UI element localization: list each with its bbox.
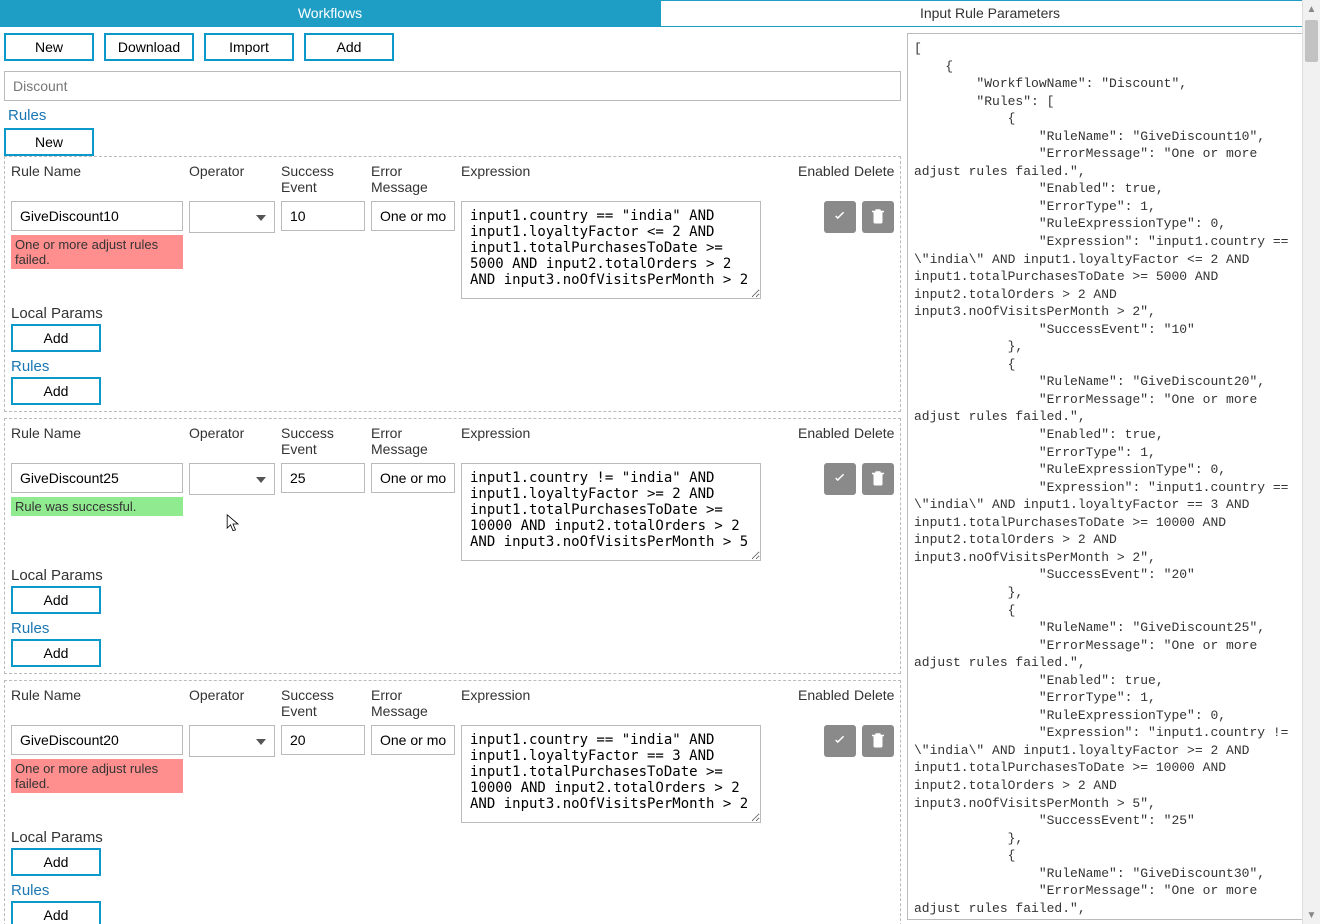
- expression-input[interactable]: input1.country == "india" AND input1.loy…: [461, 725, 761, 823]
- trash-icon: [869, 731, 887, 752]
- status-badge: Rule was successful.: [11, 497, 183, 516]
- workflows-panel: New Download Import Add Rules New Rule N…: [0, 27, 905, 924]
- check-icon: [831, 731, 849, 752]
- trash-icon: [869, 207, 887, 228]
- rule-card: Rule Name Operator Success Event Error M…: [4, 680, 901, 924]
- rule-name-input[interactable]: [11, 201, 183, 231]
- col-success-event: Success Event: [281, 687, 365, 719]
- status-badge: One or more adjust rules failed.: [11, 759, 183, 793]
- operator-select[interactable]: [189, 201, 275, 233]
- workflow-name-input[interactable]: [4, 71, 901, 101]
- expression-input[interactable]: input1.country == "india" AND input1.loy…: [461, 201, 761, 299]
- scroll-up-icon[interactable]: ▲: [1303, 0, 1320, 18]
- add-local-param-button[interactable]: Add: [11, 586, 101, 614]
- operator-select[interactable]: [189, 725, 275, 757]
- add-local-param-button[interactable]: Add: [11, 324, 101, 352]
- child-rules-label: Rules: [11, 620, 894, 637]
- error-message-input[interactable]: [371, 725, 455, 755]
- col-success-event: Success Event: [281, 425, 365, 457]
- child-rules-label: Rules: [11, 358, 894, 375]
- col-enabled: Enabled: [798, 425, 848, 457]
- col-error-message: Error Message: [371, 687, 455, 719]
- local-params-label: Local Params: [11, 567, 894, 584]
- rule-name-input[interactable]: [11, 725, 183, 755]
- success-event-input[interactable]: [281, 725, 365, 755]
- col-operator: Operator: [189, 425, 275, 457]
- tab-workflows[interactable]: Workflows: [0, 0, 660, 26]
- trash-icon: [869, 469, 887, 490]
- col-expression: Expression: [461, 163, 761, 195]
- add-button[interactable]: Add: [304, 33, 394, 61]
- add-child-rule-button[interactable]: Add: [11, 901, 101, 924]
- status-badge: One or more adjust rules failed.: [11, 235, 183, 269]
- col-rule-name: Rule Name: [11, 687, 183, 719]
- new-rule-button[interactable]: New: [4, 128, 94, 156]
- check-icon: [831, 469, 849, 490]
- rules-section-label: Rules: [8, 107, 901, 124]
- col-expression: Expression: [461, 425, 761, 457]
- expression-input[interactable]: input1.country != "india" AND input1.loy…: [461, 463, 761, 561]
- new-button[interactable]: New: [4, 33, 94, 61]
- rule-card: Rule Name Operator Success Event Error M…: [4, 156, 901, 412]
- col-success-event: Success Event: [281, 163, 365, 195]
- error-message-input[interactable]: [371, 201, 455, 231]
- col-enabled: Enabled: [798, 687, 848, 719]
- download-button[interactable]: Download: [104, 33, 194, 61]
- col-delete: Delete: [854, 687, 894, 719]
- col-rule-name: Rule Name: [11, 163, 183, 195]
- add-child-rule-button[interactable]: Add: [11, 377, 101, 405]
- scrollbar[interactable]: ▲ ▼: [1302, 0, 1320, 924]
- col-expression: Expression: [461, 687, 761, 719]
- operator-select[interactable]: [189, 463, 275, 495]
- delete-button[interactable]: [862, 201, 894, 233]
- col-error-message: Error Message: [371, 163, 455, 195]
- json-preview[interactable]: [ { "WorkflowName": "Discount", "Rules":…: [907, 33, 1316, 920]
- child-rules-label: Rules: [11, 882, 894, 899]
- enabled-toggle[interactable]: [824, 201, 856, 233]
- col-rule-name: Rule Name: [11, 425, 183, 457]
- rule-card: Rule Name Operator Success Event Error M…: [4, 418, 901, 674]
- delete-button[interactable]: [862, 725, 894, 757]
- enabled-toggle[interactable]: [824, 463, 856, 495]
- local-params-label: Local Params: [11, 305, 894, 322]
- import-button[interactable]: Import: [204, 33, 294, 61]
- col-delete: Delete: [854, 163, 894, 195]
- error-message-input[interactable]: [371, 463, 455, 493]
- scroll-thumb[interactable]: [1305, 20, 1318, 62]
- success-event-input[interactable]: [281, 201, 365, 231]
- add-local-param-button[interactable]: Add: [11, 848, 101, 876]
- col-delete: Delete: [854, 425, 894, 457]
- col-operator: Operator: [189, 163, 275, 195]
- rule-name-input[interactable]: [11, 463, 183, 493]
- delete-button[interactable]: [862, 463, 894, 495]
- local-params-label: Local Params: [11, 829, 894, 846]
- col-error-message: Error Message: [371, 425, 455, 457]
- scroll-down-icon[interactable]: ▼: [1303, 906, 1320, 924]
- enabled-toggle[interactable]: [824, 725, 856, 757]
- tab-input-rule-parameters[interactable]: Input Rule Parameters: [660, 0, 1320, 26]
- col-operator: Operator: [189, 687, 275, 719]
- check-icon: [831, 207, 849, 228]
- col-enabled: Enabled: [798, 163, 848, 195]
- success-event-input[interactable]: [281, 463, 365, 493]
- add-child-rule-button[interactable]: Add: [11, 639, 101, 667]
